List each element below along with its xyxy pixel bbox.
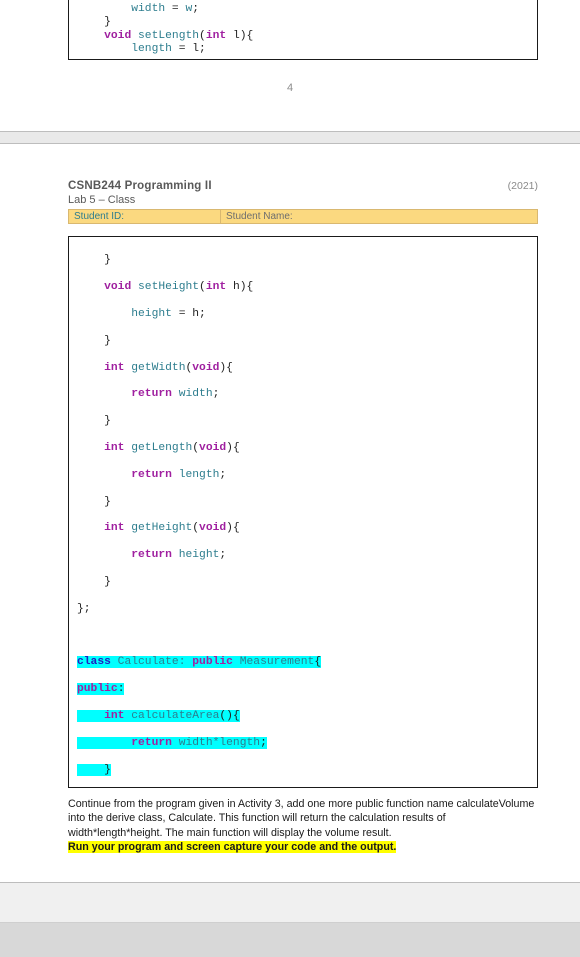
code-line: int getLength(void){ bbox=[104, 441, 240, 454]
lab-title: Lab 5 – Class bbox=[68, 194, 136, 206]
code-line: return length; bbox=[131, 468, 227, 481]
code-line: } bbox=[77, 415, 111, 428]
code-line: } bbox=[77, 254, 111, 267]
instruction-highlighted: Run your program and screen capture your… bbox=[68, 840, 397, 853]
code-line: }; bbox=[77, 602, 91, 615]
course-title: CSNB244 Programming II bbox=[68, 180, 212, 192]
code-line: width = w; bbox=[77, 3, 200, 15]
page-previous: width = w; } void setLength(int l){ leng… bbox=[0, 0, 580, 131]
activity-instructions: Continue from the program given in Activ… bbox=[68, 797, 538, 854]
document-header: CSNB244 Programming II (2021) Lab 5 – Cl… bbox=[68, 180, 538, 206]
code-line: return height; bbox=[131, 549, 227, 562]
code-line: void setLength(int l){ bbox=[104, 29, 254, 42]
code-line-highlighted: class Calculate: public Measurement{ bbox=[77, 656, 322, 669]
student-name-label[interactable]: Student Name: bbox=[221, 210, 537, 223]
page-number: 4 bbox=[286, 82, 294, 94]
code-line: height = h; bbox=[77, 308, 206, 320]
code-line-highlighted: return width*length; bbox=[77, 736, 537, 750]
code-block-main: } void setHeight(int h){ height = h; } i… bbox=[68, 236, 538, 788]
code-line: length = l; bbox=[77, 43, 206, 56]
student-id-label[interactable]: Student ID: bbox=[69, 210, 221, 223]
page-current: CSNB244 Programming II (2021) Lab 5 – Cl… bbox=[0, 144, 580, 882]
course-year: (2021) bbox=[507, 180, 538, 192]
code-line: } bbox=[77, 495, 111, 508]
code-line-highlighted: public: bbox=[77, 683, 125, 696]
code-text-previous: width = w; } void setLength(int l){ leng… bbox=[69, 0, 537, 57]
code-line: void setHeight(int h){ bbox=[104, 281, 254, 294]
page-separator-top bbox=[0, 131, 580, 144]
header-row: CSNB244 Programming II (2021) bbox=[68, 180, 538, 192]
instruction-paragraph: Continue from the program given in Activ… bbox=[68, 798, 535, 839]
code-line: } bbox=[77, 334, 111, 347]
code-line: int getHeight(void){ bbox=[104, 522, 240, 535]
code-line: } bbox=[77, 16, 111, 29]
code-text-main: } void setHeight(int h){ height = h; } i… bbox=[69, 237, 537, 787]
viewer-background bbox=[0, 923, 580, 957]
code-line: } bbox=[77, 575, 111, 588]
code-line-highlighted: } bbox=[77, 763, 111, 776]
instruction-highlight-wrap: Run your program and screen capture your… bbox=[68, 840, 538, 854]
code-line-highlighted: int calculateArea(){ bbox=[77, 709, 537, 723]
code-line: int getWidth(void){ bbox=[104, 361, 233, 374]
document-viewport[interactable]: width = w; } void setLength(int l){ leng… bbox=[0, 0, 580, 957]
code-line: return width; bbox=[131, 388, 220, 401]
student-info-table[interactable]: Student ID: Student Name: bbox=[68, 209, 538, 224]
code-block-previous-page: width = w; } void setLength(int l){ leng… bbox=[68, 0, 538, 60]
page-separator-bottom bbox=[0, 882, 580, 923]
